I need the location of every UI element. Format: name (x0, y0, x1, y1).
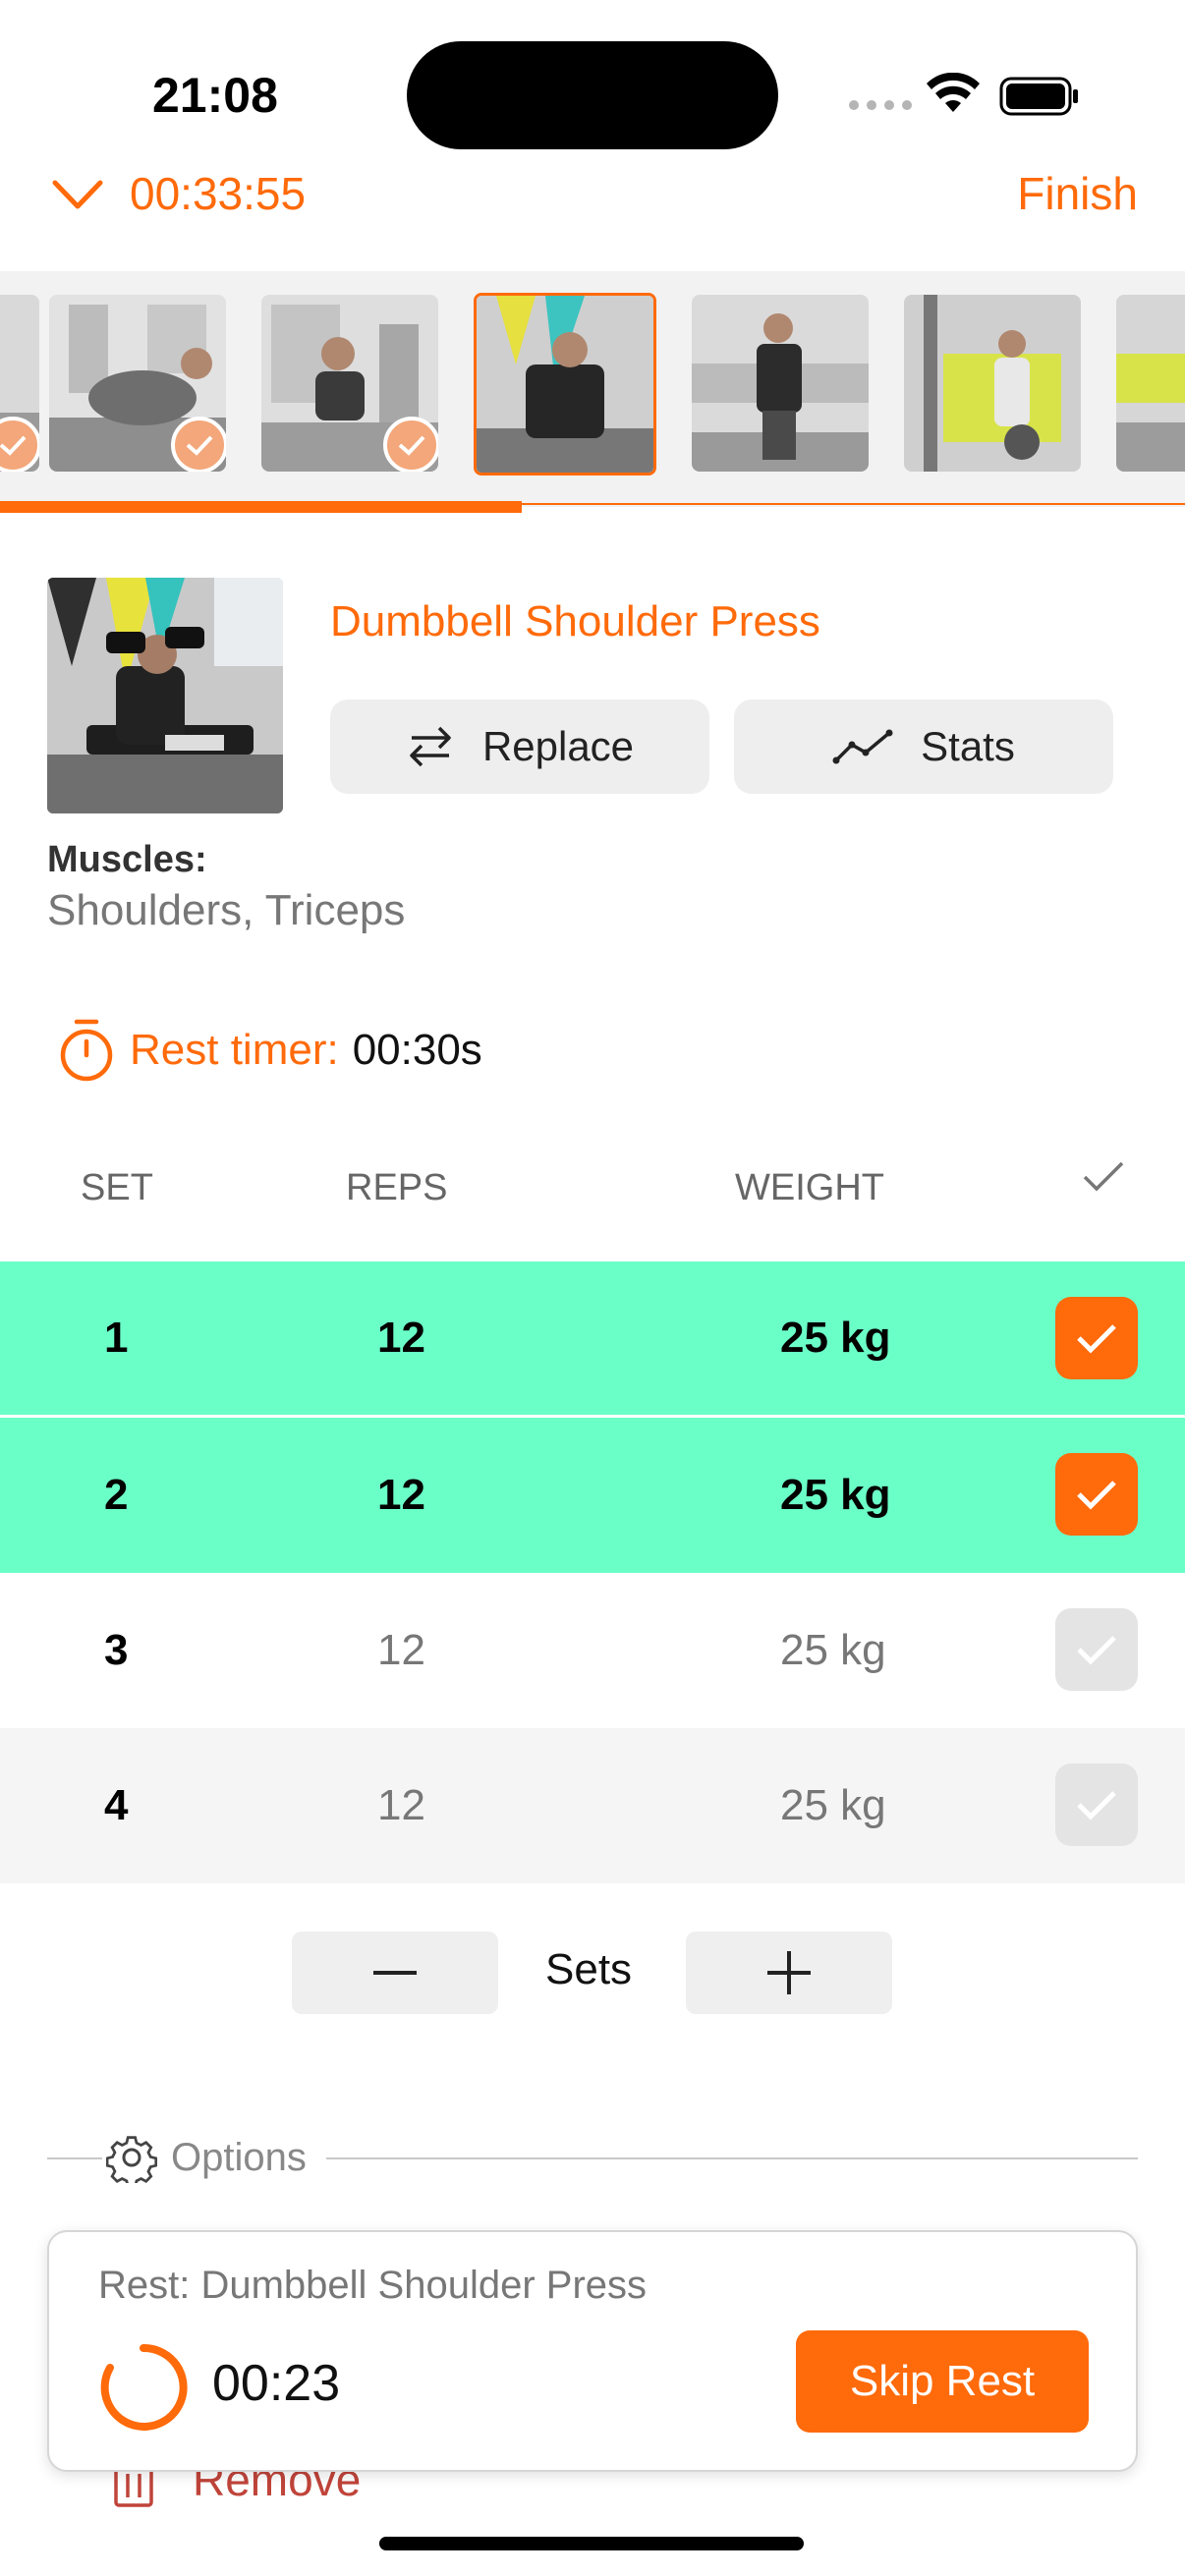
weight-value[interactable]: 25 kg (780, 1314, 891, 1363)
exercise-photo (692, 295, 869, 472)
exercise-thumbnail[interactable] (261, 295, 438, 472)
rest-countdown-card: Rest: Dumbbell Shoulder Press 00:23 Skip… (47, 2230, 1138, 2472)
exercise-thumbnail[interactable] (0, 295, 39, 472)
exercise-photo (904, 295, 1081, 472)
weight-value[interactable]: 25 kg (780, 1626, 886, 1675)
weight-value[interactable]: 25 kg (780, 1781, 886, 1830)
exercise-thumbnail[interactable] (1116, 295, 1185, 472)
stats-button[interactable]: Stats (734, 700, 1113, 794)
battery-icon (999, 77, 1078, 116)
countdown-spinner-icon (100, 2343, 188, 2431)
wifi-icon (927, 73, 980, 112)
rest-timer-row[interactable]: Rest timer: 00:30s (57, 1018, 482, 1083)
finish-button[interactable]: Finish (1017, 167, 1138, 220)
column-header-weight: WEIGHT (735, 1167, 884, 1208)
home-indicator[interactable] (379, 2537, 804, 2550)
plus-icon (767, 1951, 811, 1994)
signal-dots-icon (849, 100, 912, 110)
set-complete-checkbox[interactable] (1055, 1608, 1138, 1691)
done-check-icon (171, 417, 226, 472)
minus-icon (373, 1971, 417, 1975)
check-icon (1077, 1324, 1116, 1354)
exercise-photo (47, 578, 283, 813)
done-check-icon (383, 417, 438, 472)
sets-label: Sets (545, 1945, 633, 1993)
exercise-thumbnail[interactable] (49, 295, 226, 472)
set-complete-checkbox[interactable] (1055, 1764, 1138, 1846)
reps-value[interactable]: 12 (377, 1314, 425, 1363)
check-icon (1077, 1791, 1116, 1820)
workout-progress-fill (0, 501, 522, 513)
muscles-value: Shoulders, Triceps (47, 886, 406, 934)
table-row: 4 12 25 kg (0, 1728, 1185, 1883)
stats-label: Stats (921, 723, 1015, 769)
set-number: 1 (104, 1314, 129, 1362)
exercise-image (47, 578, 283, 813)
reps-value[interactable]: 12 (377, 1781, 425, 1830)
elapsed-timer: 00:33:55 (130, 168, 307, 219)
set-complete-checkbox[interactable] (1055, 1453, 1138, 1536)
set-number: 2 (104, 1471, 129, 1519)
table-row: 1 12 25 kg (0, 1261, 1185, 1417)
swap-icon (410, 726, 451, 767)
exercise-title: Dumbbell Shoulder Press (330, 597, 820, 645)
reps-value[interactable]: 12 (377, 1626, 425, 1675)
table-row: 2 12 25 kg (0, 1418, 1185, 1573)
exercise-photo (1116, 295, 1185, 472)
exercise-photo (477, 296, 653, 473)
exercise-strip[interactable] (0, 271, 1185, 507)
remove-set-button[interactable] (292, 1932, 498, 2014)
add-set-button[interactable] (686, 1932, 892, 2014)
rest-countdown: 00:23 (212, 2355, 341, 2412)
exercise-thumbnail[interactable] (904, 295, 1081, 472)
table-row: 3 12 25 kg (0, 1573, 1185, 1728)
rest-card-title: Rest: Dumbbell Shoulder Press (98, 2264, 648, 2307)
options-divider (47, 2157, 102, 2159)
column-header-set: SET (81, 1167, 153, 1208)
rest-timer-value[interactable]: 00:30s (353, 1026, 482, 1075)
gear-icon[interactable] (106, 2132, 157, 2183)
column-header-reps: REPS (346, 1167, 448, 1208)
weight-value[interactable]: 25 kg (780, 1471, 891, 1520)
exercise-thumbnail[interactable] (692, 295, 869, 472)
options-divider (326, 2157, 1138, 2159)
chevron-down-icon[interactable] (51, 175, 104, 214)
replace-label: Replace (481, 723, 635, 769)
set-number: 4 (104, 1781, 129, 1829)
check-icon (1077, 1481, 1116, 1510)
reps-value[interactable]: 12 (377, 1471, 425, 1520)
muscles-label: Muscles: (47, 839, 207, 880)
rest-timer-label: Rest timer: (130, 1026, 339, 1074)
check-column-icon (1083, 1161, 1124, 1192)
skip-rest-button[interactable]: Skip Rest (796, 2330, 1089, 2433)
dynamic-island (407, 41, 778, 149)
exercise-thumbnail-active[interactable] (474, 293, 656, 476)
chart-line-icon (832, 729, 893, 764)
replace-button[interactable]: Replace (330, 700, 709, 794)
options-label[interactable]: Options (171, 2136, 307, 2180)
set-number: 3 (104, 1626, 129, 1674)
stopwatch-icon (60, 1019, 113, 1082)
check-icon (1077, 1636, 1116, 1665)
status-time: 21:08 (152, 68, 278, 123)
set-complete-checkbox[interactable] (1055, 1297, 1138, 1379)
done-check-icon (0, 417, 39, 472)
